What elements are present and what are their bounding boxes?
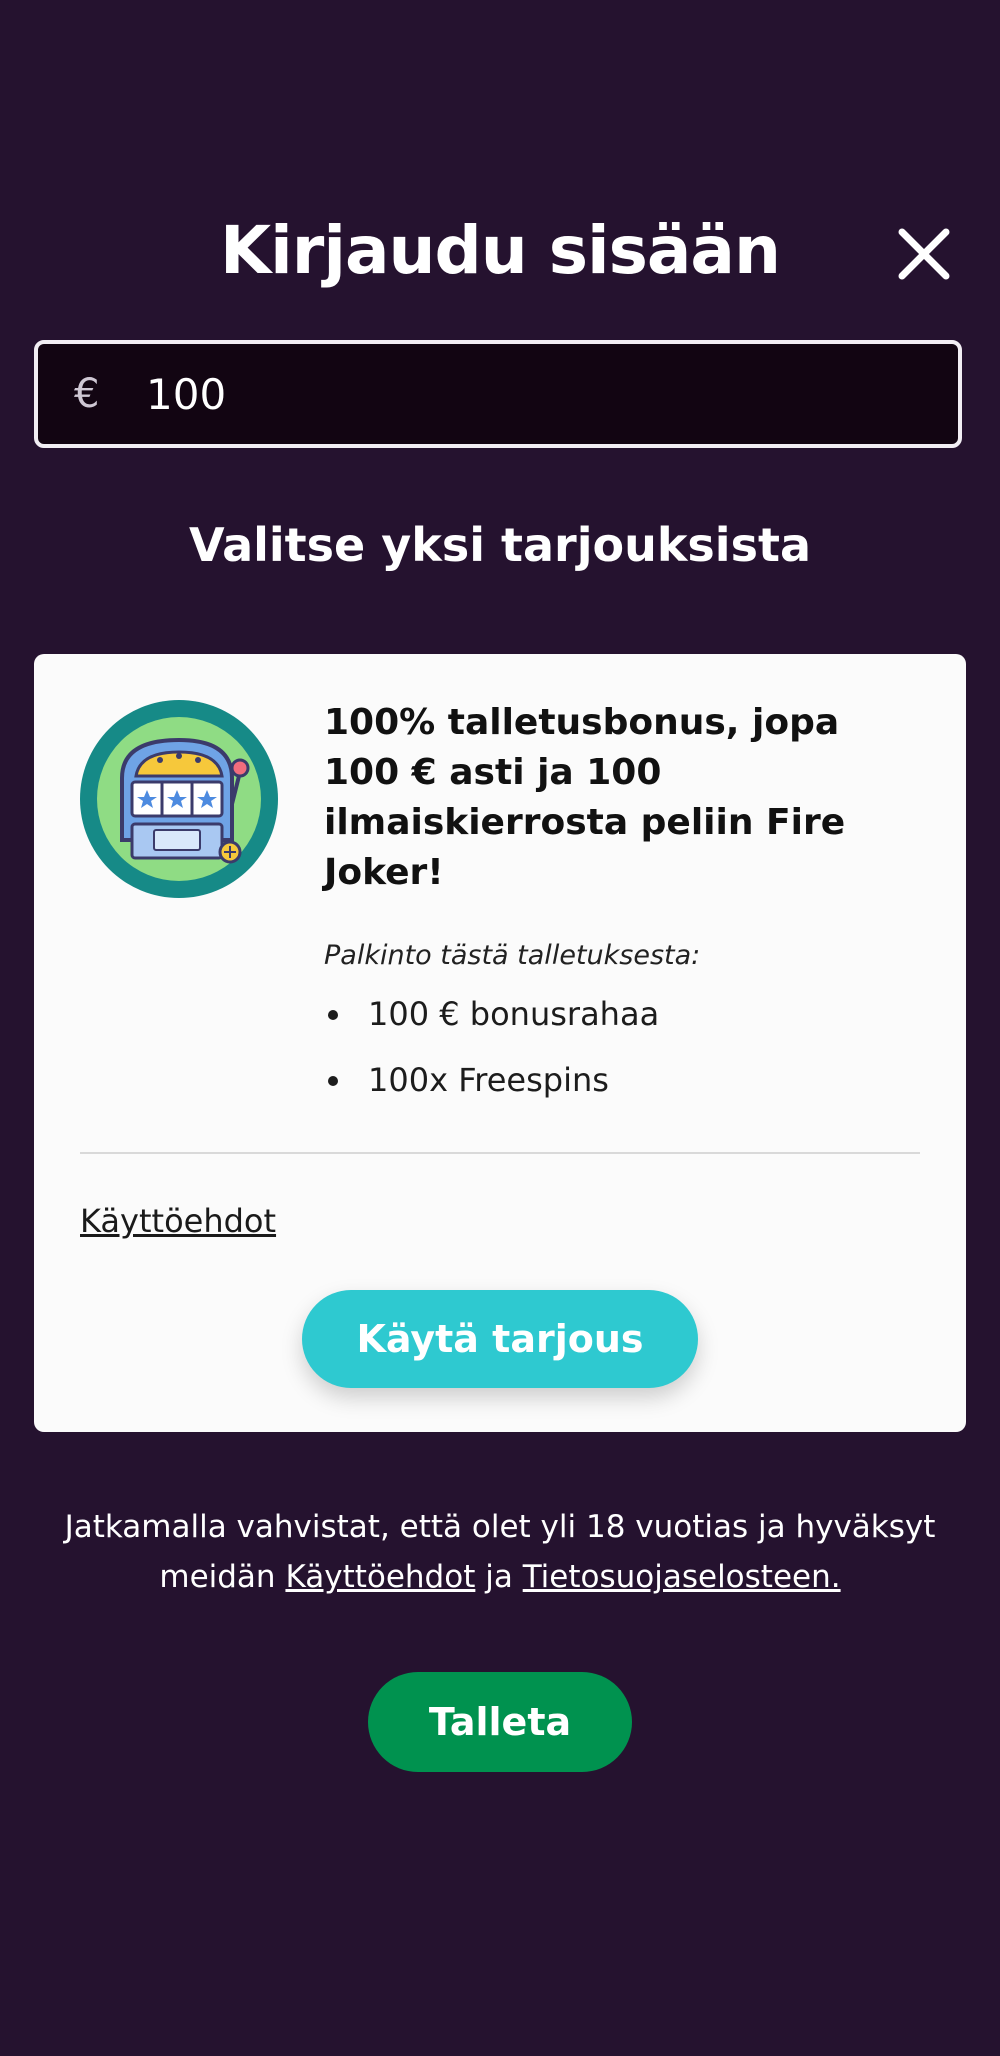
use-offer-button[interactable]: Käytä tarjous	[302, 1290, 698, 1388]
currency-symbol: €	[74, 371, 100, 417]
page-title: Kirjaudu sisään	[220, 212, 781, 289]
offer-card: 100% talletusbonus, jopa 100 € asti ja 1…	[34, 654, 966, 1432]
amount-input[interactable]	[144, 368, 928, 420]
divider	[80, 1152, 920, 1154]
slot-machine-icon	[80, 700, 278, 898]
disclaimer-text-middle: ja	[475, 1559, 523, 1595]
privacy-policy-link[interactable]: Tietosuojaselosteen.	[523, 1559, 841, 1595]
amount-field[interactable]: €	[34, 340, 962, 448]
list-item: 100 € bonusrahaa	[324, 994, 659, 1060]
reward-list: 100 € bonusrahaa 100x Freespins	[324, 994, 659, 1126]
offer-terms-link[interactable]: Käyttöehdot	[80, 1202, 276, 1240]
login-deposit-page: Kirjaudu sisään € Valitse yksi tarjouksi…	[0, 0, 1000, 2056]
offer-title: 100% talletusbonus, jopa 100 € asti ja 1…	[324, 702, 846, 893]
close-icon[interactable]	[892, 222, 956, 286]
header: Kirjaudu sisään	[0, 200, 1000, 310]
offers-heading: Valitse yksi tarjouksista	[189, 518, 811, 572]
deposit-button[interactable]: Talleta	[368, 1672, 632, 1772]
list-item: 100x Freespins	[324, 1060, 659, 1126]
reward-label: Palkinto tästä talletuksesta:	[324, 940, 701, 971]
disclaimer-terms-link[interactable]: Käyttöehdot	[285, 1559, 475, 1595]
disclaimer: Jatkamalla vahvistat, että olet yli 18 v…	[30, 1502, 970, 1602]
